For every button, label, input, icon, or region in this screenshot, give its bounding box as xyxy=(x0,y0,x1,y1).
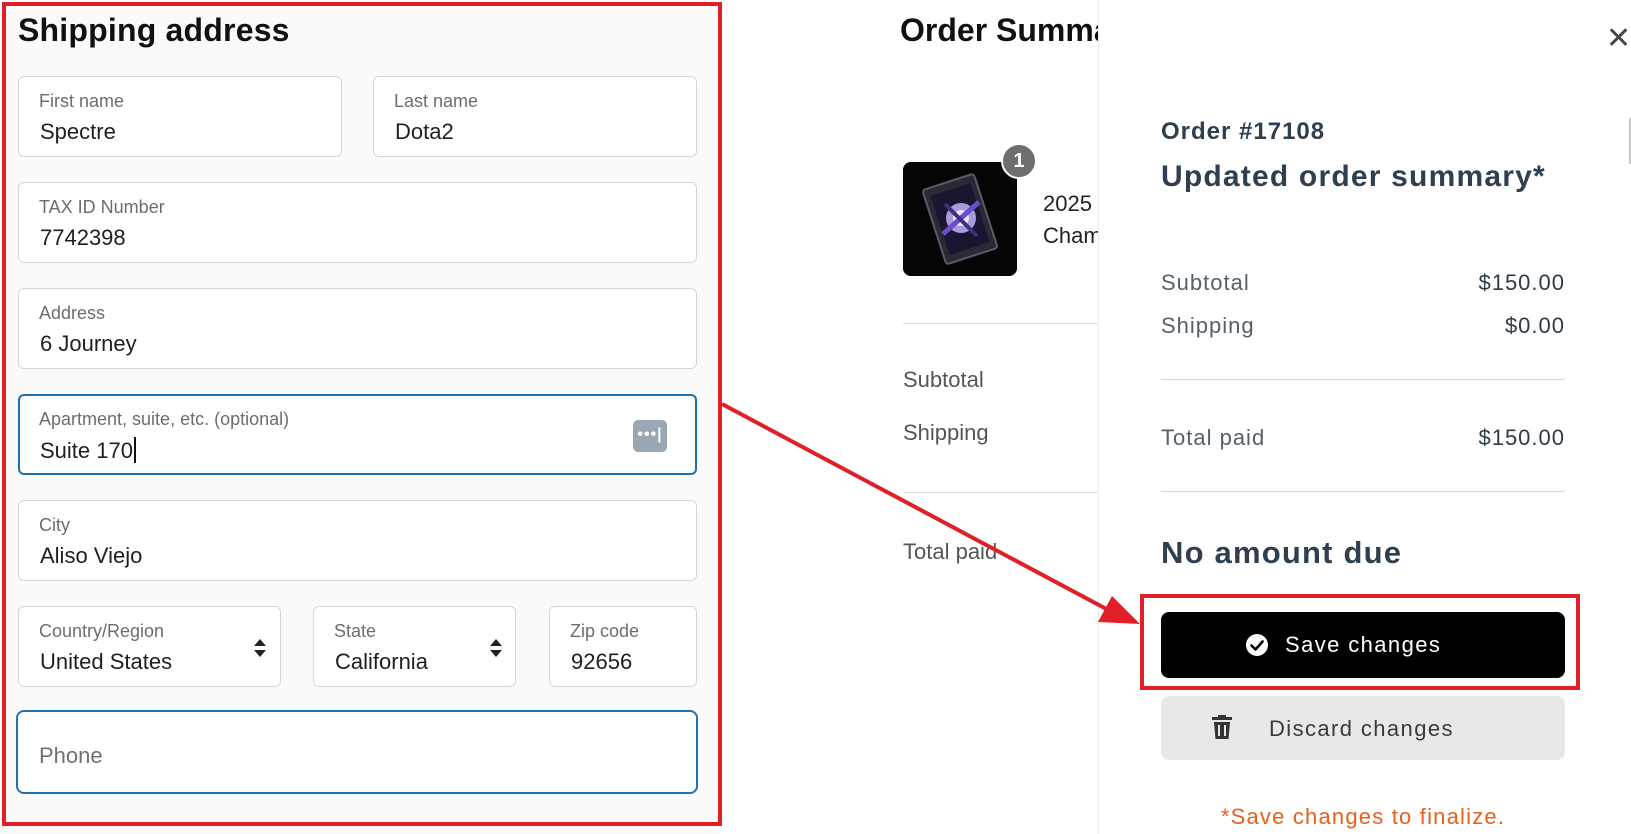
phone-placeholder: Phone xyxy=(39,743,103,768)
select-arrows-icon xyxy=(254,639,266,657)
first-name-label: First name xyxy=(39,91,125,111)
updated-summary-title: Updated order summary* xyxy=(1161,160,1546,193)
product-title-line1: 2025 xyxy=(1043,191,1092,216)
last-name-label: Last name xyxy=(394,91,479,111)
subtotal-label: Subtotal xyxy=(1161,270,1250,295)
state-label: State xyxy=(334,621,377,641)
tax-id-value[interactable]: 7742398 xyxy=(40,225,126,251)
city-label: City xyxy=(39,515,70,535)
apartment-value[interactable]: Suite 170 xyxy=(40,437,136,464)
phone-field[interactable]: Phone xyxy=(16,710,698,794)
finalize-note: *Save changes to finalize. xyxy=(1220,804,1506,829)
zip-label: Zip code xyxy=(570,621,640,641)
no-amount-due: No amount due xyxy=(1161,535,1403,570)
shipping-label: Shipping xyxy=(1161,313,1255,338)
country-label: Country/Region xyxy=(39,621,165,641)
trash-icon xyxy=(1212,715,1232,739)
zip-value[interactable]: 92656 xyxy=(571,649,632,675)
zip-field[interactable]: Zip code 92656 xyxy=(549,606,697,687)
close-icon[interactable]: ✕ xyxy=(1606,24,1631,54)
city-value[interactable]: Aliso Viejo xyxy=(40,543,142,569)
divider xyxy=(1161,379,1565,380)
city-field[interactable]: City Aliso Viejo xyxy=(18,500,697,581)
subtotal-value: $150.00 xyxy=(1478,270,1565,295)
save-changes-button[interactable]: Save changes xyxy=(1161,612,1565,678)
password-manager-icon[interactable]: •••| xyxy=(633,420,667,452)
discard-changes-label: Discard changes xyxy=(1269,716,1454,741)
shipping-label: Shipping xyxy=(903,420,989,445)
tax-id-field[interactable]: TAX ID Number 7742398 xyxy=(18,182,697,263)
state-value: California xyxy=(335,649,428,674)
divider xyxy=(903,492,1113,493)
save-changes-label: Save changes xyxy=(1285,632,1442,657)
apartment-label: Apartment, suite, etc. (optional) xyxy=(39,409,290,429)
select-arrows-icon xyxy=(490,639,502,657)
address-field[interactable]: Address 6 Journey xyxy=(18,288,697,369)
apartment-value-text: Suite 170 xyxy=(40,438,133,463)
order-number: Order #17108 xyxy=(1161,118,1326,145)
last-name-value[interactable]: Dota2 xyxy=(395,119,454,145)
divider xyxy=(903,323,1113,324)
first-name-value[interactable]: Spectre xyxy=(40,119,116,145)
last-name-field[interactable]: Last name Dota2 xyxy=(373,76,697,157)
total-paid-label: Total paid xyxy=(903,539,998,564)
tax-id-label: TAX ID Number xyxy=(39,197,165,217)
order-summary-title: Order Summa xyxy=(900,12,1112,48)
address-label: Address xyxy=(39,303,106,323)
address-value[interactable]: 6 Journey xyxy=(40,331,137,357)
quantity-badge: 1 xyxy=(1001,143,1037,179)
apartment-field[interactable]: Apartment, suite, etc. (optional) Suite … xyxy=(18,394,697,475)
country-value: United States xyxy=(40,649,173,674)
country-select[interactable]: Country/Region United States xyxy=(18,606,281,687)
divider xyxy=(1161,491,1565,492)
first-name-field[interactable]: First name Spectre xyxy=(18,76,342,157)
shipping-value: $0.00 xyxy=(1504,313,1565,338)
state-select[interactable]: State California xyxy=(313,606,516,687)
discard-changes-button[interactable]: Discard changes xyxy=(1161,696,1565,760)
product-thumbnail xyxy=(903,162,1017,276)
shipping-title: Shipping address xyxy=(18,12,290,48)
subtotal-label: Subtotal xyxy=(903,367,984,392)
product-title-line2: Cham xyxy=(1043,223,1102,248)
total-paid-label: Total paid xyxy=(1161,425,1266,450)
check-circle-icon xyxy=(1246,634,1268,656)
total-paid-value: $150.00 xyxy=(1478,425,1565,450)
text-caret xyxy=(133,437,136,463)
